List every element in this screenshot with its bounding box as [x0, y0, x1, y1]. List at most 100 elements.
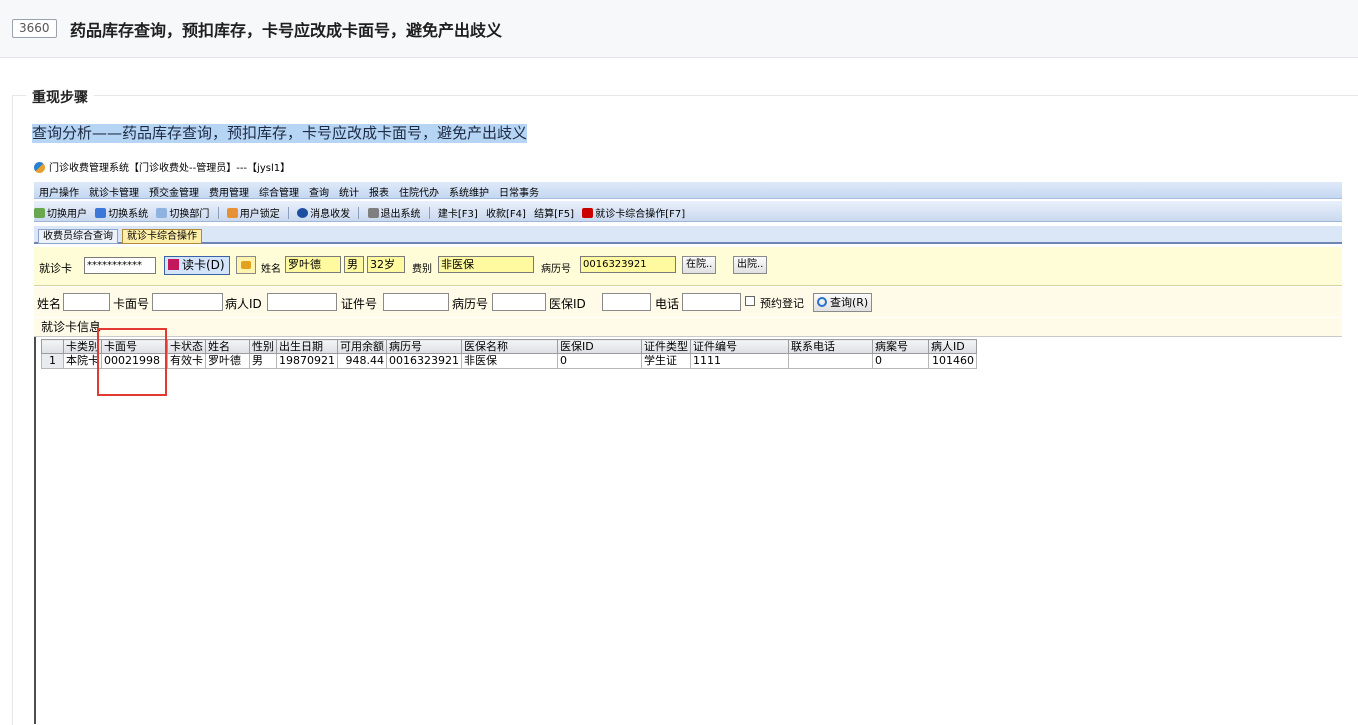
menu-bar: 用户操作 就诊卡管理 预交金管理 费用管理 综合管理 查询 统计 报表 住院代办 系统维护 日常事务 [34, 182, 1342, 199]
query-cert-input[interactable] [383, 293, 449, 311]
query-name-input[interactable] [63, 293, 110, 311]
issue-id-badge: 3660 [12, 19, 57, 38]
messages-button[interactable]: 消息收发 [297, 205, 350, 220]
table-cell[interactable]: 本院卡 [63, 353, 102, 369]
card-table: 卡类别 卡面号 卡状态 姓名 性别 出生日期 可用余额 病历号 医保名称 医保I… [41, 339, 977, 369]
record-number-field: 0016323921 [580, 256, 676, 273]
tab-cashier-query[interactable]: 收费员综合查询 [38, 229, 118, 244]
fee-type-field: 非医保 [438, 256, 534, 273]
menu-item[interactable]: 用户操作 [34, 182, 84, 199]
tab-bar: 收费员综合查询 就诊卡综合操作 [34, 226, 1342, 244]
menu-item[interactable]: 预交金管理 [144, 182, 204, 199]
name-field: 罗叶德 [285, 256, 341, 273]
create-card-button[interactable]: 建卡[F3] [438, 205, 478, 220]
column-header[interactable]: 医保名称 [461, 339, 558, 354]
table-cell[interactable]: 有效卡 [167, 353, 206, 369]
switch-user-button[interactable]: 切换用户 [34, 205, 87, 220]
query-name-label: 姓名 [37, 297, 62, 311]
query-card-face-input[interactable] [152, 293, 223, 311]
settle-button[interactable]: 结算[F5] [534, 205, 574, 220]
department-icon [156, 208, 168, 218]
query-record-label: 病历号 [452, 297, 489, 311]
menu-item[interactable]: 查询 [304, 182, 334, 199]
collect-payment-button[interactable]: 收款[F4] [486, 205, 526, 220]
query-insurance-input[interactable] [602, 293, 651, 311]
menu-item[interactable]: 费用管理 [204, 182, 254, 199]
toolbar-separator [428, 207, 430, 219]
table-cell[interactable]: 学生证 [641, 353, 691, 369]
table-cell[interactable]: 19870921 [276, 353, 338, 369]
column-header[interactable]: 姓名 [205, 339, 250, 354]
users-icon [34, 208, 45, 218]
table-row[interactable]: 1 本院卡 00021998 有效卡 罗叶德 男 19870921 948.44… [41, 353, 977, 369]
column-header[interactable]: 病案号 [872, 339, 929, 354]
card-operations-button[interactable]: 就诊卡综合操作[F7] [582, 205, 685, 220]
table-cell[interactable]: 男 [249, 353, 277, 369]
menu-item[interactable]: 系统维护 [444, 182, 494, 199]
table-cell[interactable]: 非医保 [461, 353, 558, 369]
card-operations-label: 就诊卡综合操作[F7] [595, 209, 686, 220]
section-title: 重现步骤 [26, 87, 94, 107]
switch-department-button[interactable]: 切换部门 [156, 205, 209, 220]
column-header[interactable]: 病历号 [386, 339, 462, 354]
lock-user-label: 用户锁定 [239, 209, 280, 220]
menu-item[interactable]: 日常事务 [494, 182, 544, 199]
query-cert-label: 证件号 [341, 297, 378, 311]
exit-system-label: 退出系统 [380, 209, 421, 220]
column-header[interactable]: 卡类别 [63, 339, 102, 354]
query-button-label: 查询(R) [830, 296, 869, 309]
column-header[interactable]: 出生日期 [276, 339, 338, 354]
system-icon [95, 208, 107, 218]
section-divider [12, 95, 1358, 96]
fee-type-label: 费别 [412, 264, 432, 275]
column-header-rowno [41, 339, 64, 354]
steps-description: 查询分析——药品库存查询，预扣库存，卡号应改成卡面号，避免产出歧义 [32, 124, 528, 143]
appointment-checkbox[interactable] [745, 296, 755, 306]
toolbar-separator [217, 207, 219, 219]
clear-button[interactable] [236, 256, 256, 274]
menu-item[interactable]: 统计 [334, 182, 364, 199]
column-header[interactable]: 卡状态 [167, 339, 206, 354]
menu-item[interactable]: 报表 [364, 182, 394, 199]
app-window-title: 门诊收费管理系统【门诊收费处--管理员】---【jysl1】 [34, 159, 290, 175]
column-header[interactable]: 证件编号 [690, 339, 789, 354]
card-number-field[interactable]: *********** [84, 257, 156, 274]
read-card-button[interactable]: 读卡(D) [164, 256, 230, 275]
table-cell[interactable]: 948.44 [337, 353, 387, 369]
query-patient-id-input[interactable] [267, 293, 337, 311]
column-header[interactable]: 性别 [249, 339, 277, 354]
table-cell[interactable]: 0 [872, 353, 929, 369]
query-button[interactable]: 查询(R) [813, 293, 873, 312]
messages-label: 消息收发 [310, 209, 351, 220]
menu-item[interactable]: 综合管理 [254, 182, 304, 199]
table-cell[interactable]: 罗叶德 [205, 353, 250, 369]
exit-system-button[interactable]: 退出系统 [367, 205, 421, 220]
query-insurance-label: 医保ID [549, 297, 586, 311]
query-record-input[interactable] [492, 293, 546, 311]
column-header[interactable]: 联系电话 [788, 339, 873, 354]
name-label: 姓名 [261, 264, 281, 275]
tab-card-operations[interactable]: 就诊卡综合操作 [122, 229, 202, 244]
issue-title: 药品库存查询，预扣库存，卡号应改成卡面号，避免产出歧义 [70, 21, 503, 40]
query-card-face-label: 卡面号 [113, 297, 150, 311]
query-phone-label: 电话 [655, 297, 680, 311]
column-header[interactable]: 可用余额 [337, 339, 387, 354]
column-header[interactable]: 证件类型 [641, 339, 691, 354]
table-cell[interactable]: 0 [557, 353, 642, 369]
lock-user-button[interactable]: 用户锁定 [226, 205, 280, 220]
table-cell[interactable]: 0016323921 [386, 353, 462, 369]
switch-system-button[interactable]: 切换系统 [95, 205, 148, 220]
table-cell[interactable]: 1111 [690, 353, 789, 369]
column-header[interactable]: 病人ID [928, 339, 977, 354]
row-number: 1 [41, 353, 64, 369]
toolbar-separator [358, 207, 360, 219]
in-hospital-button[interactable]: 在院.. [682, 256, 717, 274]
menu-item[interactable]: 住院代办 [394, 182, 444, 199]
column-header[interactable]: 医保ID [557, 339, 642, 354]
query-phone-input[interactable] [682, 293, 741, 311]
table-cell[interactable] [788, 353, 873, 369]
menu-item[interactable]: 就诊卡管理 [84, 182, 144, 199]
table-cell[interactable]: 101460 [928, 353, 977, 369]
discharged-button[interactable]: 出院.. [733, 256, 768, 274]
info-icon [297, 208, 309, 218]
